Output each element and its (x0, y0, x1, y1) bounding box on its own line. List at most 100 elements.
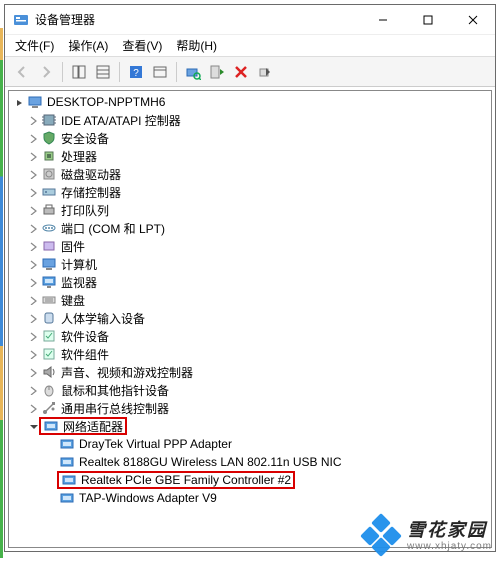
tree-category[interactable]: 软件组件 (9, 345, 491, 363)
tree-category-label: 人体学输入设备 (61, 310, 145, 327)
tree-category[interactable]: 人体学输入设备 (9, 309, 491, 327)
network-adapter-icon (59, 490, 75, 506)
tree-root[interactable]: DESKTOP-NPPTMH6 (9, 93, 491, 111)
device-manager-window: 设备管理器 文件(F) 操作(A) 查看(V) 帮助(H) (4, 4, 496, 552)
tree-category[interactable]: 监视器 (9, 273, 491, 291)
tree-category[interactable]: 固件 (9, 237, 491, 255)
tree-category-label: 固件 (61, 238, 85, 255)
tree-category[interactable]: 通用串行总线控制器 (9, 399, 491, 417)
expand-icon[interactable] (27, 348, 39, 360)
network-adapter-label: DrayTek Virtual PPP Adapter (79, 437, 232, 451)
properties-button[interactable] (149, 61, 171, 83)
tree-category-network[interactable]: 网络适配器 (9, 417, 491, 435)
menu-action[interactable]: 操作(A) (62, 35, 114, 56)
window-buttons (360, 5, 495, 35)
scan-hardware-button[interactable] (182, 61, 204, 83)
expand-icon[interactable] (27, 384, 39, 396)
tree-category-label: 鼠标和其他指针设备 (61, 382, 169, 399)
tree-category-label: 声音、视频和游戏控制器 (61, 364, 193, 381)
toolbar-separator (119, 62, 120, 82)
network-adapter-item[interactable]: Realtek 8188GU Wireless LAN 802.11n USB … (9, 453, 491, 471)
tree-category[interactable]: 声音、视频和游戏控制器 (9, 363, 491, 381)
tree-category[interactable]: 处理器 (9, 147, 491, 165)
expand-icon[interactable] (27, 258, 39, 270)
tree-category[interactable]: 端口 (COM 和 LPT) (9, 219, 491, 237)
tree-category-label: 软件组件 (61, 346, 109, 363)
software-icon (41, 328, 57, 344)
network-adapter-icon (43, 418, 59, 434)
expand-icon[interactable] (27, 402, 39, 414)
expand-icon[interactable] (27, 294, 39, 306)
app-icon (13, 12, 29, 28)
adapter-highlight: Realtek PCIe GBE Family Controller #2 (57, 471, 295, 489)
expand-icon[interactable] (27, 114, 39, 126)
tree-category[interactable]: 打印队列 (9, 201, 491, 219)
expand-icon[interactable] (27, 150, 39, 162)
disable-button[interactable] (254, 61, 276, 83)
network-adapter-icon (59, 436, 75, 452)
menu-view[interactable]: 查看(V) (116, 35, 168, 56)
computer-icon (41, 256, 57, 272)
disk-icon (41, 166, 57, 182)
view-list-button[interactable] (92, 61, 114, 83)
tree-category[interactable]: 存储控制器 (9, 183, 491, 201)
expand-icon[interactable] (13, 96, 25, 108)
network-adapter-icon (61, 472, 77, 488)
tree-category-label: 磁盘驱动器 (61, 166, 121, 183)
expand-icon[interactable] (27, 330, 39, 342)
expand-icon[interactable] (27, 132, 39, 144)
svg-text:?: ? (133, 68, 139, 79)
watermark-title: 雪花家园 (407, 520, 492, 541)
maximize-button[interactable] (405, 5, 450, 35)
tree-category-label: 通用串行总线控制器 (61, 400, 169, 417)
menu-file[interactable]: 文件(F) (9, 35, 60, 56)
show-hide-tree-button[interactable] (68, 61, 90, 83)
tree-category[interactable]: 鼠标和其他指针设备 (9, 381, 491, 399)
expand-icon[interactable] (27, 276, 39, 288)
network-adapter-label: Realtek PCIe GBE Family Controller #2 (81, 473, 291, 487)
expand-icon[interactable] (27, 240, 39, 252)
toolbar-separator (62, 62, 63, 82)
tree-category[interactable]: IDE ATA/ATAPI 控制器 (9, 111, 491, 129)
titlebar: 设备管理器 (5, 5, 495, 35)
close-button[interactable] (450, 5, 495, 35)
tree-category[interactable]: 键盘 (9, 291, 491, 309)
tree-category[interactable]: 磁盘驱动器 (9, 165, 491, 183)
external-sidebar (0, 28, 3, 558)
watermark-logo-icon (361, 516, 401, 556)
tree-category[interactable]: 计算机 (9, 255, 491, 273)
tree-category-label: 安全设备 (61, 130, 109, 147)
computer-icon (27, 94, 43, 110)
minimize-button[interactable] (360, 5, 405, 35)
expand-icon[interactable] (27, 222, 39, 234)
printer-icon (41, 202, 57, 218)
software-icon (41, 346, 57, 362)
network-adapter-item[interactable]: Realtek PCIe GBE Family Controller #2 (9, 471, 491, 489)
help-button[interactable]: ? (125, 61, 147, 83)
expand-icon-open[interactable] (27, 420, 39, 432)
tree-category-label: 软件设备 (61, 328, 109, 345)
network-adapter-item[interactable]: DrayTek Virtual PPP Adapter (9, 435, 491, 453)
network-adapter-label: TAP-Windows Adapter V9 (79, 491, 217, 505)
add-device-button[interactable] (206, 61, 228, 83)
tree-category-label: 端口 (COM 和 LPT) (61, 220, 165, 237)
menubar: 文件(F) 操作(A) 查看(V) 帮助(H) (5, 35, 495, 57)
toolbar-separator (176, 62, 177, 82)
expand-icon[interactable] (27, 366, 39, 378)
tree-category[interactable]: 软件设备 (9, 327, 491, 345)
tree-category-label: 打印队列 (61, 202, 109, 219)
uninstall-button[interactable] (230, 61, 252, 83)
storage-icon (41, 184, 57, 200)
network-adapter-item[interactable]: TAP-Windows Adapter V9 (9, 489, 491, 507)
mouse-icon (41, 382, 57, 398)
tree-root-label: DESKTOP-NPPTMH6 (47, 95, 165, 109)
hid-icon (41, 310, 57, 326)
menu-help[interactable]: 帮助(H) (170, 35, 223, 56)
expand-icon[interactable] (27, 168, 39, 180)
tree-category-label: 存储控制器 (61, 184, 121, 201)
expand-icon[interactable] (27, 312, 39, 324)
device-tree[interactable]: DESKTOP-NPPTMH6 IDE ATA/ATAPI 控制器安全设备处理器… (8, 90, 492, 548)
tree-category[interactable]: 安全设备 (9, 129, 491, 147)
expand-icon[interactable] (27, 204, 39, 216)
expand-icon[interactable] (27, 186, 39, 198)
